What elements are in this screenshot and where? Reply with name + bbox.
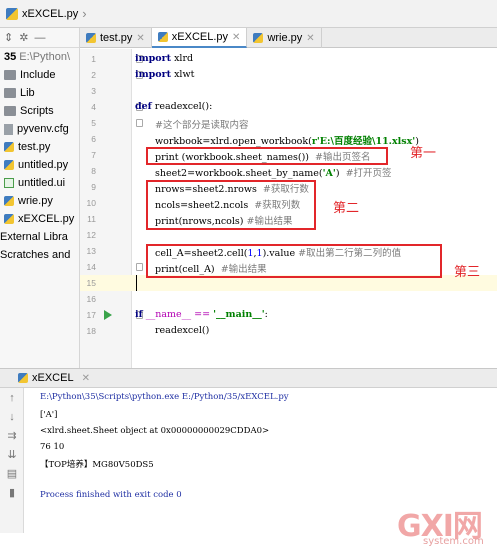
run-toolbar: ↑ ↓ ⇉ ⇊ ▤ ▮ [0, 388, 24, 533]
close-icon[interactable]: ✕ [136, 33, 144, 44]
watermark-logo: GXI网 system.com [397, 509, 484, 547]
code-line: 17 if __name__ == '__main__': [86, 309, 268, 320]
python-file-icon [4, 160, 14, 170]
folder-icon [4, 106, 16, 116]
console-line: ['A'] [40, 410, 58, 420]
close-icon[interactable]: ✕ [306, 33, 314, 44]
tree-root-label: 35 [4, 51, 17, 63]
tree-scratches[interactable]: Scratches and [0, 246, 79, 264]
close-icon[interactable]: ✕ [82, 373, 90, 384]
code-line: 4 def readexcel(): [91, 101, 213, 112]
code-line: 8 sheet2=workbook.sheet_by_name('A') #打开… [91, 166, 392, 179]
code-line: 1 import xlrd [91, 53, 194, 64]
code-line: 5 #这个部分是读取内容 [91, 118, 249, 131]
print-icon[interactable]: ▤ [0, 464, 24, 483]
python-file-icon [4, 142, 14, 152]
python-file-icon [157, 32, 168, 42]
project-panel: ⇕ ✲ — 35 E:\Python\ Include Lib Scripts … [0, 28, 80, 368]
tree-root[interactable]: 35 E:\Python\ [0, 48, 79, 66]
scroll-to-end-icon[interactable]: ⇊ [0, 445, 24, 464]
python-file-icon [253, 33, 264, 43]
python-file-icon [18, 373, 28, 383]
editor-tabs: test.py ✕ xEXCEL.py ✕ wrie.py ✕ [80, 28, 497, 48]
tab-wrie[interactable]: wrie.py ✕ [247, 28, 322, 48]
config-file-icon [4, 123, 13, 135]
annotation-second: 第二 [333, 200, 360, 215]
run-tab[interactable]: xEXCEL [32, 372, 74, 384]
tree-item[interactable]: untitled.ui [0, 174, 79, 192]
console-line: <xlrd.sheet.Sheet object at 0x0000000002… [40, 426, 270, 436]
code-line: 2 import xlwt [91, 69, 195, 80]
tab-test[interactable]: test.py ✕ [80, 28, 152, 48]
python-file-icon [4, 196, 14, 206]
project-tree: 35 E:\Python\ Include Lib Scripts pyvenv… [0, 48, 79, 264]
tab-xexcel[interactable]: xEXCEL.py ✕ [151, 28, 248, 48]
folder-icon [4, 88, 16, 98]
annotation-box-first [146, 147, 388, 165]
tree-item[interactable]: test.py [0, 138, 79, 156]
annotation-box-second [146, 180, 316, 230]
project-toolbar: ⇕ ✲ — [0, 28, 79, 48]
tree-item[interactable]: Lib [0, 84, 79, 102]
tree-item[interactable]: xEXCEL.py [0, 210, 79, 228]
console-line: 76 10 [40, 442, 65, 452]
breadcrumb-file[interactable]: xEXCEL.py [22, 8, 78, 20]
code-line: 16 [86, 294, 96, 304]
breadcrumb: xEXCEL.py › [0, 0, 497, 28]
folder-icon [4, 70, 16, 80]
annotation-box-third [146, 244, 442, 278]
tree-item[interactable]: pyvenv.cfg [0, 120, 79, 138]
annotation-first: 第一 [410, 145, 437, 160]
run-gutter-icon[interactable] [104, 310, 112, 320]
code-line: 3 [91, 86, 96, 96]
code-editor[interactable]: 1 import xlrd 2 import xlwt 3 4 def read… [80, 49, 497, 368]
tree-item[interactable]: untitled.py [0, 156, 79, 174]
console-line: 【TOP培养】MG80V50DS5 [40, 460, 154, 470]
console-line: Process finished with exit code 0 [40, 490, 182, 500]
hide-icon[interactable]: — [34, 32, 45, 44]
chevron-right-icon: › [82, 6, 87, 21]
fold-icon[interactable] [136, 119, 143, 127]
tree-item[interactable]: Include [0, 66, 79, 84]
python-file-icon [4, 214, 14, 224]
code-line: 18 readexcel() [86, 325, 210, 336]
gear-icon[interactable]: ✲ [19, 31, 28, 44]
tree-item[interactable]: Scripts [0, 102, 79, 120]
tree-root-path: E:\Python\ [19, 51, 71, 63]
run-tool-window-header: xEXCEL ✕ [0, 368, 497, 388]
close-icon[interactable]: ✕ [232, 32, 240, 43]
soft-wrap-icon[interactable]: ⇉ [0, 426, 24, 445]
tree-item[interactable]: wrie.py [0, 192, 79, 210]
tree-external-libraries[interactable]: External Libra [0, 228, 79, 246]
fold-icon[interactable] [136, 263, 143, 271]
arrow-up-icon[interactable]: ↑ [0, 388, 24, 407]
console-line: E:\Python\35\Scripts\python.exe E:/Pytho… [40, 392, 289, 402]
trash-icon[interactable]: ▮ [0, 483, 24, 502]
annotation-third: 第三 [454, 264, 481, 279]
collapse-icon[interactable]: ⇕ [4, 31, 13, 44]
python-file-icon [86, 33, 96, 43]
arrow-down-icon[interactable]: ↓ [0, 407, 24, 426]
ui-file-icon [4, 178, 14, 188]
python-file-icon [6, 7, 18, 20]
text-caret [136, 275, 137, 291]
